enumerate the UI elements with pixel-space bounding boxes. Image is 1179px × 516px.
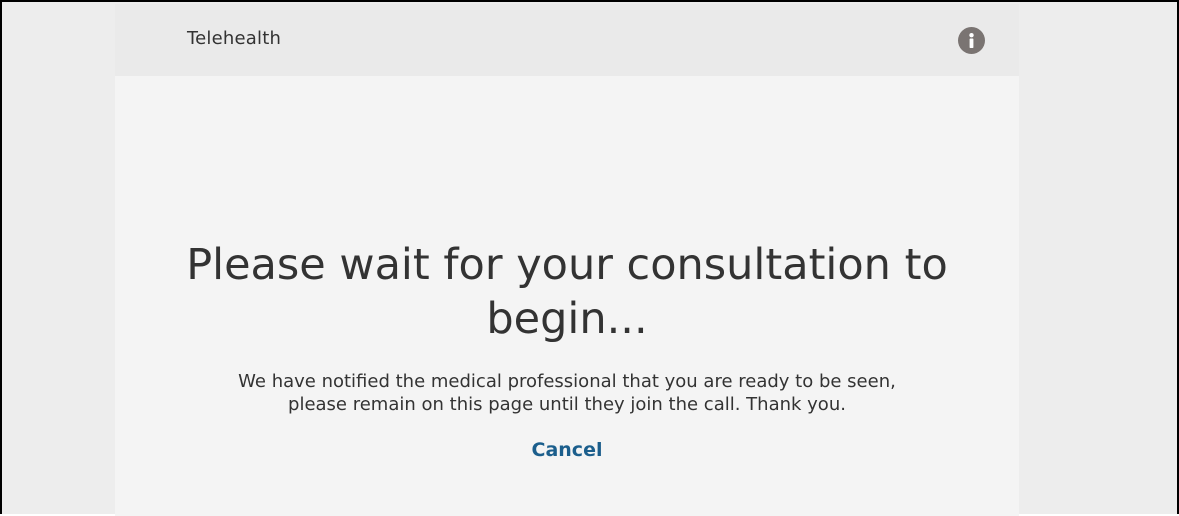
headline-line-1: Please wait for your consultation to (186, 240, 948, 290)
info-icon-glyph (969, 33, 974, 48)
message-line-2: please remain on this page until they jo… (288, 394, 846, 415)
app-title: Telehealth (187, 28, 282, 49)
message-line-1: We have notified the medical professiona… (238, 371, 896, 392)
app-window: Telehealth Please wait for your consulta… (0, 0, 1179, 516)
headline-line-2: begin... (486, 294, 648, 344)
telehealth-panel: Telehealth Please wait for your consulta… (115, 4, 1019, 516)
info-icon[interactable] (958, 27, 985, 54)
header-bar: Telehealth (115, 4, 1019, 76)
waiting-headline: Please wait for your consultation to beg… (135, 238, 999, 346)
cancel-button[interactable]: Cancel (517, 439, 617, 461)
waiting-message: We have notified the medical professiona… (155, 370, 979, 416)
waiting-content: Please wait for your consultation to beg… (115, 76, 1019, 516)
